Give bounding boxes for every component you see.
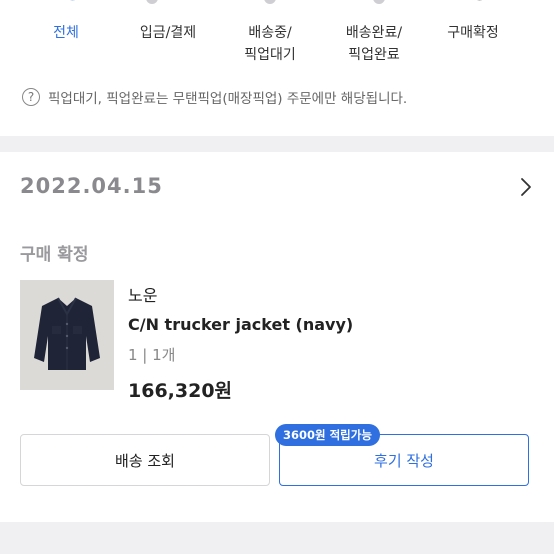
order-status-tabs: 13 13 전체 입금/결제 배송중/ 픽업대기 배송완료/ 픽업완료 구매확정… bbox=[0, 0, 554, 136]
brand-name: 노운 bbox=[128, 286, 158, 305]
tab-dot-shipping bbox=[264, 0, 276, 4]
tab-count-confirmed: 13 bbox=[453, 0, 493, 4]
tab-count-all: 13 bbox=[46, 0, 86, 4]
order-status: 구매 확정 bbox=[20, 245, 89, 265]
question-circle-icon: ? bbox=[22, 88, 40, 106]
product-name[interactable]: C/N trucker jacket (navy) bbox=[128, 315, 353, 334]
track-shipping-button[interactable]: 배송 조회 bbox=[20, 434, 270, 486]
product-price: 166,320원 bbox=[128, 380, 233, 402]
chevron-right-icon[interactable] bbox=[518, 176, 534, 198]
notice-text: 픽업대기, 픽업완료는 무탠픽업(매장픽업) 주문에만 해당됩니다. bbox=[48, 91, 408, 107]
tab-delivered-pickup-done[interactable]: 배송완료/ 픽업완료 bbox=[336, 22, 412, 66]
tab-all[interactable]: 전체 bbox=[46, 22, 86, 44]
order-card: 2022.04.15 구매 확정 노운 C/N trucker jacket (… bbox=[0, 152, 554, 522]
product-option: 1 | 1개 bbox=[128, 346, 176, 364]
reward-badge: 3600원 적립가능 bbox=[275, 424, 380, 446]
product-image[interactable] bbox=[20, 280, 114, 390]
tab-payment[interactable]: 입금/결제 bbox=[132, 22, 204, 44]
tab-dot-payment bbox=[146, 0, 158, 4]
order-date: 2022.04.15 bbox=[20, 174, 163, 198]
tab-dot-delivered bbox=[373, 0, 385, 4]
tab-shipping-pickup-wait[interactable]: 배송중/ 픽업대기 bbox=[232, 22, 308, 66]
pickup-notice: ? 픽업대기, 픽업완료는 무탠픽업(매장픽업) 주문에만 해당됩니다. bbox=[22, 87, 407, 107]
tab-purchase-confirmed[interactable]: 구매확정 bbox=[440, 22, 506, 44]
